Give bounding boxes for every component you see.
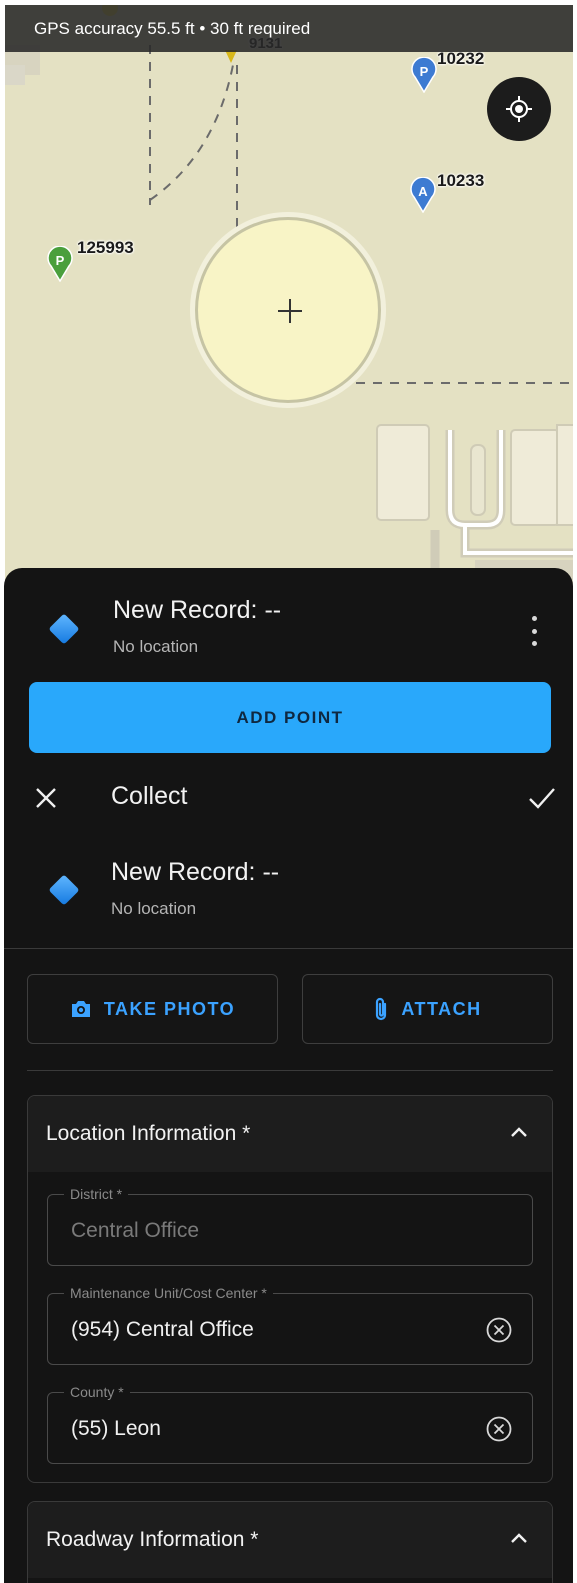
- take-photo-label: TAKE PHOTO: [103, 998, 236, 1019]
- record-subtitle: No location: [111, 899, 197, 918]
- record-subtitle: No location: [113, 637, 199, 656]
- roadway-information-section: Roadway Information *: [27, 1501, 553, 1583]
- clear-icon[interactable]: [486, 1416, 512, 1442]
- checkmark-icon[interactable]: [528, 786, 556, 810]
- section-title: Roadway Information *: [46, 1528, 259, 1551]
- section-title: Location Information *: [46, 1122, 251, 1145]
- diamond-point-icon: [48, 613, 80, 645]
- my-location-icon: [506, 96, 532, 122]
- record-title: New Record: --: [113, 596, 282, 624]
- svg-text:P: P: [420, 64, 429, 79]
- more-options-icon[interactable]: [529, 616, 539, 646]
- divider: [4, 948, 573, 949]
- gps-accuracy-banner: GPS accuracy 55.5 ft • 30 ft required: [5, 5, 573, 52]
- record-title: New Record: --: [111, 858, 280, 886]
- chevron-up-icon[interactable]: [510, 1532, 528, 1544]
- divider: [27, 1070, 553, 1071]
- field-value: Central Office: [71, 1219, 199, 1242]
- map-marker-10233[interactable]: A: [410, 176, 436, 218]
- field-value: (954) Central Office: [71, 1318, 254, 1341]
- locate-me-button[interactable]: [487, 77, 551, 141]
- record-bottom-sheet: New Record: -- No location ADD POINT: [4, 568, 573, 768]
- section-header[interactable]: Location Information *: [28, 1096, 552, 1172]
- clear-icon[interactable]: [486, 1317, 512, 1343]
- take-photo-button[interactable]: TAKE PHOTO: [27, 974, 278, 1044]
- svg-text:A: A: [418, 184, 428, 199]
- map-marker-125993[interactable]: P: [47, 245, 73, 287]
- collect-panel: Collect New Record: -- No location TAKE …: [4, 768, 573, 1583]
- paperclip-icon: [376, 997, 387, 1021]
- pin-icon: A: [410, 176, 436, 214]
- page-title: Collect: [111, 782, 188, 810]
- diamond-point-icon: [48, 874, 80, 906]
- maintenance-unit-field[interactable]: Maintenance Unit/Cost Center * (954) Cen…: [47, 1284, 533, 1365]
- close-icon[interactable]: [34, 786, 58, 810]
- crosshair-icon: [278, 299, 302, 323]
- marker-label: 125993: [77, 238, 134, 257]
- map-marker-10232[interactable]: P: [411, 56, 437, 98]
- section-header[interactable]: Roadway Information *: [28, 1502, 552, 1578]
- attach-button[interactable]: ATTACH: [302, 974, 553, 1044]
- district-field: District * Central Office: [47, 1185, 533, 1266]
- pin-icon: P: [411, 56, 437, 94]
- marker-label: 10233: [437, 171, 485, 190]
- svg-text:P: P: [56, 253, 65, 268]
- county-field[interactable]: County * (55) Leon: [47, 1383, 533, 1464]
- field-value: (55) Leon: [71, 1417, 161, 1440]
- camera-icon: [71, 1001, 90, 1017]
- pin-icon: P: [47, 245, 73, 283]
- marker-label: 10232: [437, 49, 485, 68]
- map-view[interactable]: P 10232 A 10233 P 125993 9131 GPS accura…: [5, 5, 573, 585]
- location-information-section: Location Information * District * Centra…: [27, 1095, 553, 1483]
- add-point-button[interactable]: ADD POINT: [29, 682, 551, 753]
- chevron-up-icon[interactable]: [510, 1126, 528, 1138]
- attach-label: ATTACH: [401, 998, 482, 1019]
